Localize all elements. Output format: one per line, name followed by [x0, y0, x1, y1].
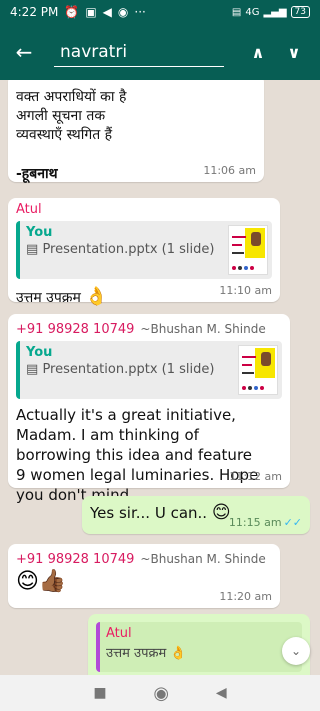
- search-input[interactable]: [54, 37, 224, 67]
- message-bubble[interactable]: +91 98928 10749 ~Bhushan M. Shinde 😊👍🏾 11…: [8, 544, 280, 608]
- message-time: 11:06 am: [203, 164, 256, 177]
- back-icon[interactable]: ◀: [216, 685, 227, 701]
- message-line: Madam. I am thinking of: [16, 426, 199, 444]
- message-bubble[interactable]: +91 98928 10749 ~Bhushan M. Shinde You ▤ …: [8, 314, 290, 504]
- message-time: 11:20 am: [219, 590, 272, 603]
- battery-icon: 73: [290, 6, 310, 18]
- alarm-icon: ⏰: [64, 5, 80, 19]
- more-icon: ···: [134, 5, 146, 19]
- home-icon[interactable]: ◉: [153, 683, 169, 704]
- android-nav-bar: ■ ◉ ◀: [0, 675, 320, 711]
- sender-display-name: ~Bhushan M. Shinde: [140, 552, 266, 566]
- message-text: Yes sir... U can..: [90, 504, 208, 522]
- message-time: 11:10 am: [219, 284, 272, 297]
- recents-icon[interactable]: ■: [93, 685, 106, 701]
- message-line: अगली सूचना तक: [16, 108, 106, 124]
- smile-emoji: 😊: [211, 502, 231, 523]
- message-time: 11:15 am: [228, 516, 282, 529]
- message-text: उत्तम उपक्रम: [16, 290, 81, 306]
- message-bubble-outgoing[interactable]: Atul उत्तम उपक्रम 👌: [88, 614, 310, 675]
- chat-area[interactable]: वक्त अपराधियों का है अगली सूचना तक व्यवस…: [0, 80, 320, 675]
- status-time: 4:22 PM: [10, 5, 59, 19]
- status-bar: 4:22 PM ⏰ ▣ ◀ ◉ ··· ▤ 4G ▂▄▆ 73: [0, 0, 320, 24]
- message-line: Actually it's a great initiative,: [16, 406, 236, 424]
- message-line: वक्त अपराधियों का है: [16, 89, 127, 105]
- ok-hand-emoji: 👌: [170, 646, 187, 661]
- sender-phone: +91 98928 10749: [16, 322, 135, 337]
- send-icon: ◀: [102, 5, 112, 19]
- message-bubble[interactable]: वक्त अपराधियों का है अगली सूचना तक व्यवस…: [8, 80, 264, 182]
- message-line: borrowing this idea and feature: [16, 446, 253, 464]
- quote-text: उत्तम उपक्रम: [106, 646, 167, 661]
- search-header: ← ∧ ∨: [0, 24, 320, 80]
- slide-thumbnail: [228, 225, 268, 275]
- ok-hand-emoji: 👌: [85, 286, 108, 307]
- back-arrow-icon[interactable]: ←: [8, 40, 40, 64]
- quote-author: Atul: [106, 626, 132, 641]
- chevron-down-icon[interactable]: ∨: [276, 43, 312, 62]
- message-bubble-outgoing[interactable]: Yes sir... U can.. 😊 11:15 am ✓✓: [82, 496, 310, 534]
- sender-name: Atul: [16, 202, 42, 217]
- message-line: व्यवस्थाएँ स्थगित हैं: [16, 127, 113, 143]
- message-time: 11:12 am: [229, 470, 282, 483]
- document-icon: ▤: [26, 242, 39, 257]
- nfc-icon: ▤: [231, 6, 242, 18]
- double-chevron-down-icon: ⌄: [290, 644, 302, 658]
- message-bubble[interactable]: Atul You ▤ Presentation.pptx (1 slide) उ…: [8, 198, 280, 306]
- scroll-down-button[interactable]: ⌄: [282, 637, 310, 665]
- quoted-message[interactable]: Atul उत्तम उपक्रम 👌: [96, 622, 302, 672]
- double-check-icon: ✓✓: [283, 516, 302, 529]
- chrome-icon: ◉: [117, 5, 129, 19]
- signal-icon: 4G: [245, 6, 260, 18]
- chevron-up-icon[interactable]: ∧: [240, 43, 276, 62]
- quote-document: Presentation.pptx (1 slide): [42, 242, 215, 257]
- quote-document: Presentation.pptx (1 slide): [42, 362, 215, 377]
- sender-phone: +91 98928 10749: [16, 552, 135, 567]
- quoted-message[interactable]: You ▤ Presentation.pptx (1 slide): [16, 221, 272, 279]
- sender-display-name: ~Bhushan M. Shinde: [140, 322, 266, 336]
- document-icon: ▤: [26, 362, 39, 377]
- screen-icon: ▣: [85, 5, 97, 19]
- slide-thumbnail: [238, 345, 278, 395]
- quoted-message[interactable]: You ▤ Presentation.pptx (1 slide): [16, 341, 282, 399]
- signal-bars-icon: ▂▄▆: [263, 6, 287, 18]
